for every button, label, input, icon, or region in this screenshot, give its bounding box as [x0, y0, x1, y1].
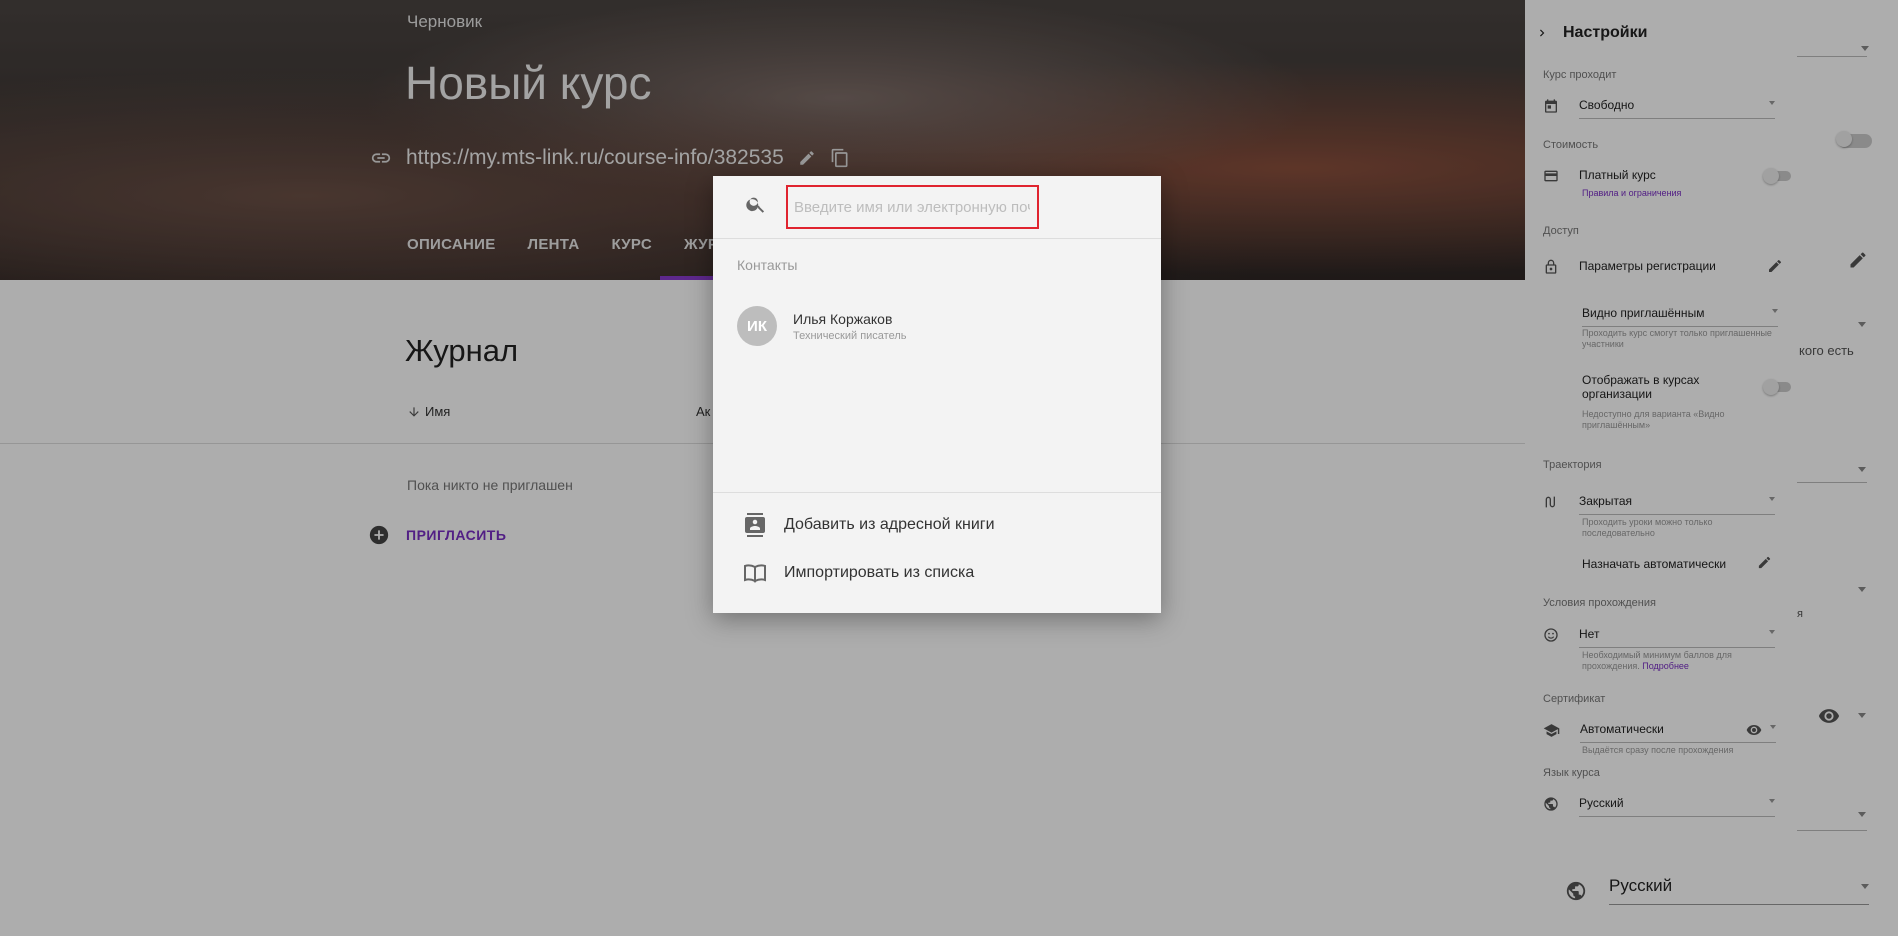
dialog-divider: [713, 492, 1161, 493]
contact-text: Илья Коржаков Технический писатель: [793, 311, 907, 342]
contacts-book-icon: [743, 513, 767, 537]
import-from-list-label: Импортировать из списка: [784, 564, 975, 581]
add-from-address-book-button[interactable]: Добавить из адресной книги: [743, 513, 995, 537]
search-input[interactable]: [794, 199, 1030, 216]
add-from-address-book-label: Добавить из адресной книги: [784, 516, 995, 533]
contact-name: Илья Коржаков: [793, 310, 893, 327]
contact-role: Технический писатель: [793, 329, 907, 342]
import-from-list-button[interactable]: Импортировать из списка: [743, 561, 974, 585]
invite-dialog: Контакты ИК Илья Коржаков Технический пи…: [713, 176, 1161, 613]
open-book-icon: [743, 561, 767, 585]
contact-item[interactable]: ИК Илья Коржаков Технический писатель: [737, 306, 907, 346]
search-row: [713, 176, 1161, 239]
contacts-section-label: Контакты: [737, 257, 798, 273]
avatar: ИК: [737, 306, 777, 346]
search-icon: [745, 193, 767, 215]
search-input-highlight: [786, 185, 1039, 229]
